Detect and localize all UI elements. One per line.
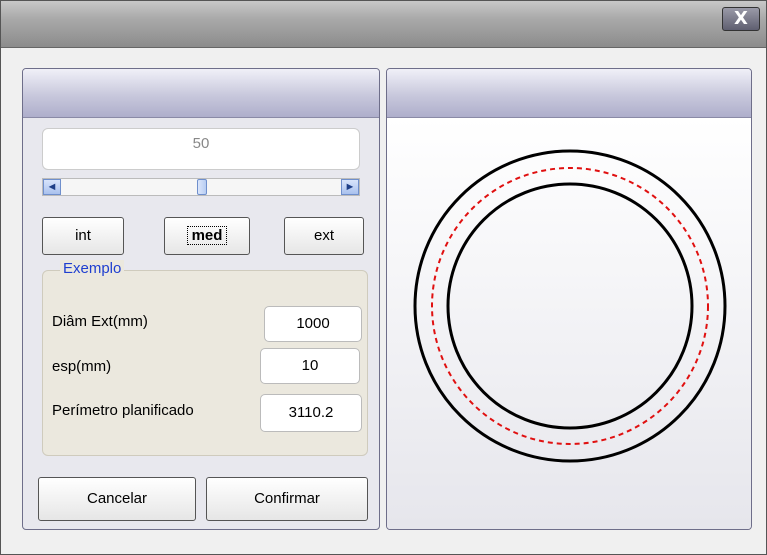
thickness-input[interactable]: 10	[260, 348, 360, 384]
confirm-button[interactable]: Confirmar	[206, 477, 368, 521]
outer-diameter-label: Diâm Ext(mm)	[52, 313, 148, 330]
settings-panel-header	[23, 69, 379, 118]
outer-circle	[413, 149, 727, 463]
med-button[interactable]: med	[164, 217, 250, 255]
int-button[interactable]: int	[42, 217, 124, 255]
ext-button[interactable]: ext	[284, 217, 364, 255]
pipe-section-preview	[413, 149, 727, 463]
outer-diameter-input[interactable]: 1000	[264, 306, 362, 342]
preview-panel-header	[387, 69, 751, 118]
middle-dashed-circle	[431, 167, 709, 445]
med-button-label: med	[186, 226, 228, 245]
inner-circle	[446, 182, 694, 430]
position-scrollbar[interactable]: ◄ ►	[42, 178, 360, 196]
close-button[interactable]: X	[722, 7, 760, 31]
scroll-thumb[interactable]	[197, 179, 207, 195]
scroll-right-icon[interactable]: ►	[341, 179, 359, 195]
scroll-left-icon[interactable]: ◄	[43, 179, 61, 195]
title-bar[interactable]: X	[1, 1, 766, 48]
flat-perimeter-input[interactable]: 3110.2	[260, 394, 362, 432]
flat-perimeter-label: Perímetro planificado	[52, 402, 194, 419]
cancel-button[interactable]: Cancelar	[38, 477, 196, 521]
example-group-title: Exemplo	[60, 260, 125, 277]
close-icon: X	[734, 8, 748, 29]
thickness-label: esp(mm)	[52, 358, 112, 375]
slider-value-display: 50	[42, 128, 360, 170]
